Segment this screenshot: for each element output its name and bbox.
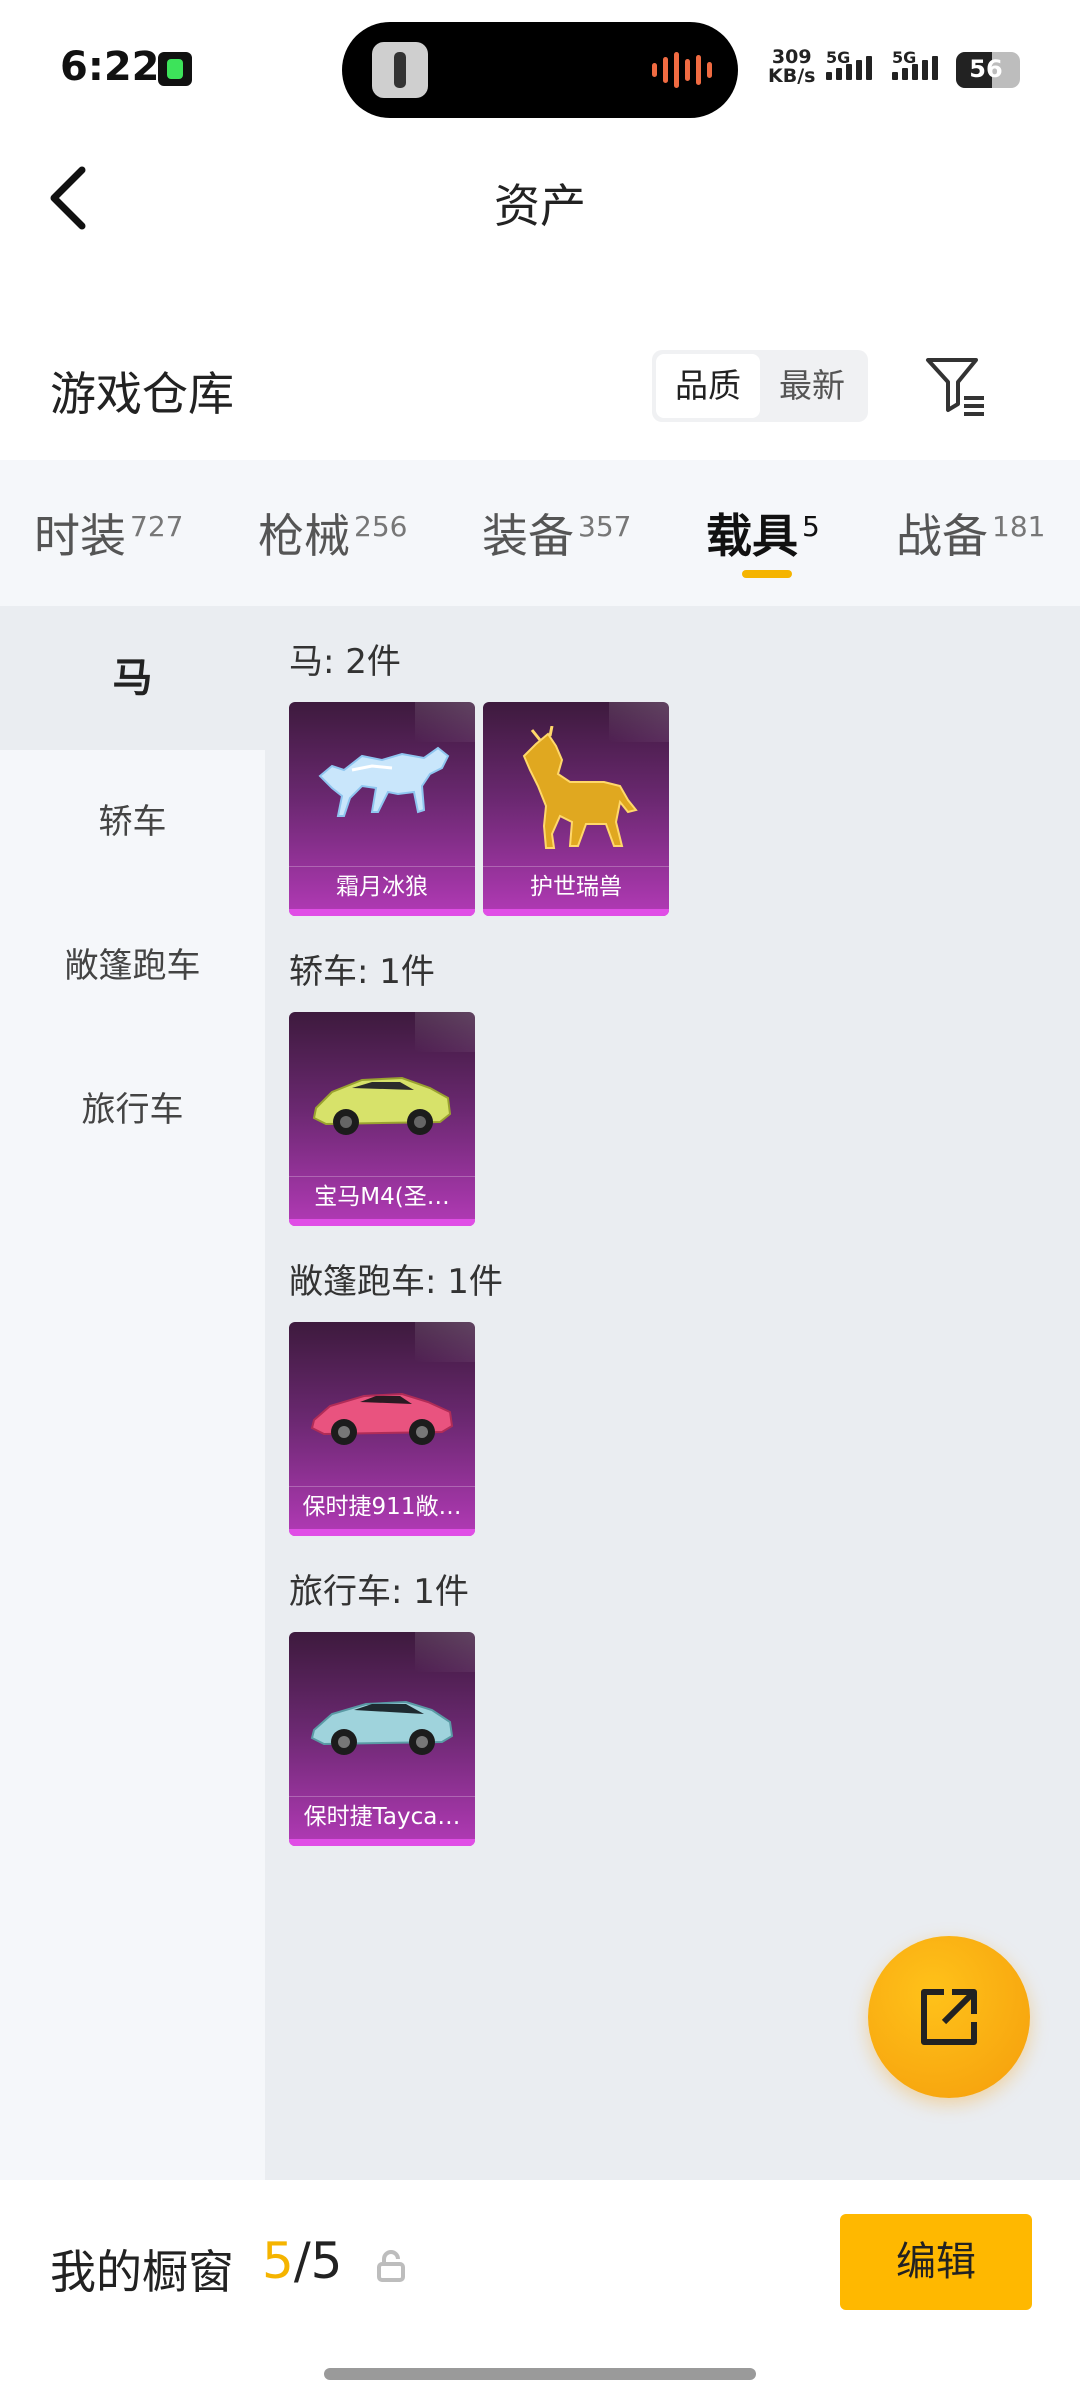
yellow-sedan-icon <box>312 1076 452 1135</box>
tab-guns[interactable]: 枪械 256 <box>258 500 407 566</box>
rarity-bar <box>289 1529 475 1536</box>
page-title: 资产 <box>494 179 586 233</box>
showcase-bar: 我的橱窗 5/5 编辑 <box>0 2180 1080 2400</box>
network-speed: 309 KB/s <box>768 48 815 86</box>
tab-equipment[interactable]: 装备 357 <box>482 500 631 566</box>
item-card[interactable]: 保时捷Tayca… <box>289 1632 475 1846</box>
sort-option-quality[interactable]: 品质 <box>656 354 760 418</box>
tab-label: 载具 <box>706 509 798 563</box>
status-bar: 6:22 309 KB/s 5G 5G 56 <box>0 0 1080 140</box>
group-label-sedan: 轿车: 1件 <box>289 952 435 992</box>
pink-sportscar-icon <box>310 1392 454 1445</box>
tab-count: 357 <box>578 510 632 543</box>
sim1-label: 5G <box>826 48 851 67</box>
filter-button[interactable] <box>924 354 988 418</box>
tab-count: 727 <box>130 510 184 543</box>
rarity-bar <box>289 909 475 916</box>
item-name: 保时捷911敞… <box>289 1486 475 1526</box>
item-card[interactable]: 霜月冰狼 <box>289 702 475 916</box>
share-button[interactable] <box>868 1936 1030 2098</box>
tab-fashion[interactable]: 时装 727 <box>34 500 183 566</box>
home-indicator[interactable] <box>324 2368 756 2380</box>
showcase-count: 5/5 <box>262 2232 342 2290</box>
tab-vehicles[interactable]: 载具 5 <box>706 500 820 566</box>
item-name: 宝马M4(圣… <box>289 1176 475 1216</box>
external-link-icon <box>921 1989 977 2045</box>
group-label-horse: 马: 2件 <box>289 642 401 682</box>
showcase-separator: / <box>293 2232 311 2290</box>
rarity-bar <box>289 1219 475 1226</box>
group-label-convertible: 敞篷跑车: 1件 <box>289 1262 503 1302</box>
audio-wave-icon <box>652 52 712 88</box>
item-name: 护世瑞兽 <box>483 866 669 906</box>
showcase-label: 我的橱窗 <box>50 2245 234 2299</box>
battery-icon: 56 <box>956 52 1020 88</box>
tab-label: 枪械 <box>258 509 350 563</box>
tab-count: 181 <box>992 510 1046 543</box>
tab-label: 装备 <box>482 509 574 563</box>
subnav-item-sedan[interactable]: 轿车 <box>0 750 265 894</box>
item-card[interactable]: 护世瑞兽 <box>483 702 669 916</box>
item-card[interactable]: 保时捷911敞… <box>289 1322 475 1536</box>
subnav-item-wagon[interactable]: 旅行车 <box>0 1038 265 1182</box>
item-name: 保时捷Tayca… <box>289 1796 475 1836</box>
dynamic-island[interactable] <box>342 22 738 118</box>
tab-label: 战备 <box>896 509 988 563</box>
tab-count: 256 <box>354 510 408 543</box>
subcategory-nav: 马 轿车 敞篷跑车 旅行车 <box>0 606 265 2180</box>
sort-option-latest[interactable]: 最新 <box>760 354 864 418</box>
item-card[interactable]: 宝马M4(圣… <box>289 1012 475 1226</box>
app-notification-icon <box>158 52 192 86</box>
signal-sim2-icon: 5G <box>892 48 938 80</box>
network-speed-unit: KB/s <box>768 65 816 87</box>
golden-beast-icon <box>522 726 638 849</box>
sort-toggle: 品质 最新 <box>652 350 868 422</box>
rarity-bar <box>289 1839 475 1846</box>
showcase-total: 5 <box>310 2232 343 2290</box>
signal-sim1-icon: 5G <box>826 48 872 80</box>
subnav-item-convertible[interactable]: 敞篷跑车 <box>0 894 265 1038</box>
item-name: 霜月冰狼 <box>289 866 475 906</box>
battery-percent: 56 <box>969 55 1003 83</box>
blue-wagon-icon <box>310 1700 454 1755</box>
subnav-item-horse[interactable]: 马 <box>0 606 265 750</box>
tab-label: 时装 <box>34 509 126 563</box>
tab-supplies[interactable]: 战备 181 <box>896 500 1045 566</box>
group-label-wagon: 旅行车: 1件 <box>289 1572 469 1612</box>
active-tab-indicator <box>742 570 792 578</box>
status-time: 6:22 <box>60 44 160 90</box>
showcase-current: 5 <box>262 2232 294 2290</box>
section-title: 游戏仓库 <box>50 367 234 421</box>
tab-count: 5 <box>802 510 820 543</box>
filter-icon <box>926 358 984 416</box>
media-thumbnail <box>372 42 428 98</box>
sim2-label: 5G <box>892 48 917 67</box>
ice-wolf-icon <box>318 746 450 817</box>
edit-button[interactable]: 编辑 <box>840 2214 1032 2310</box>
rarity-bar <box>483 909 669 916</box>
lock-icon[interactable] <box>376 2250 406 2282</box>
